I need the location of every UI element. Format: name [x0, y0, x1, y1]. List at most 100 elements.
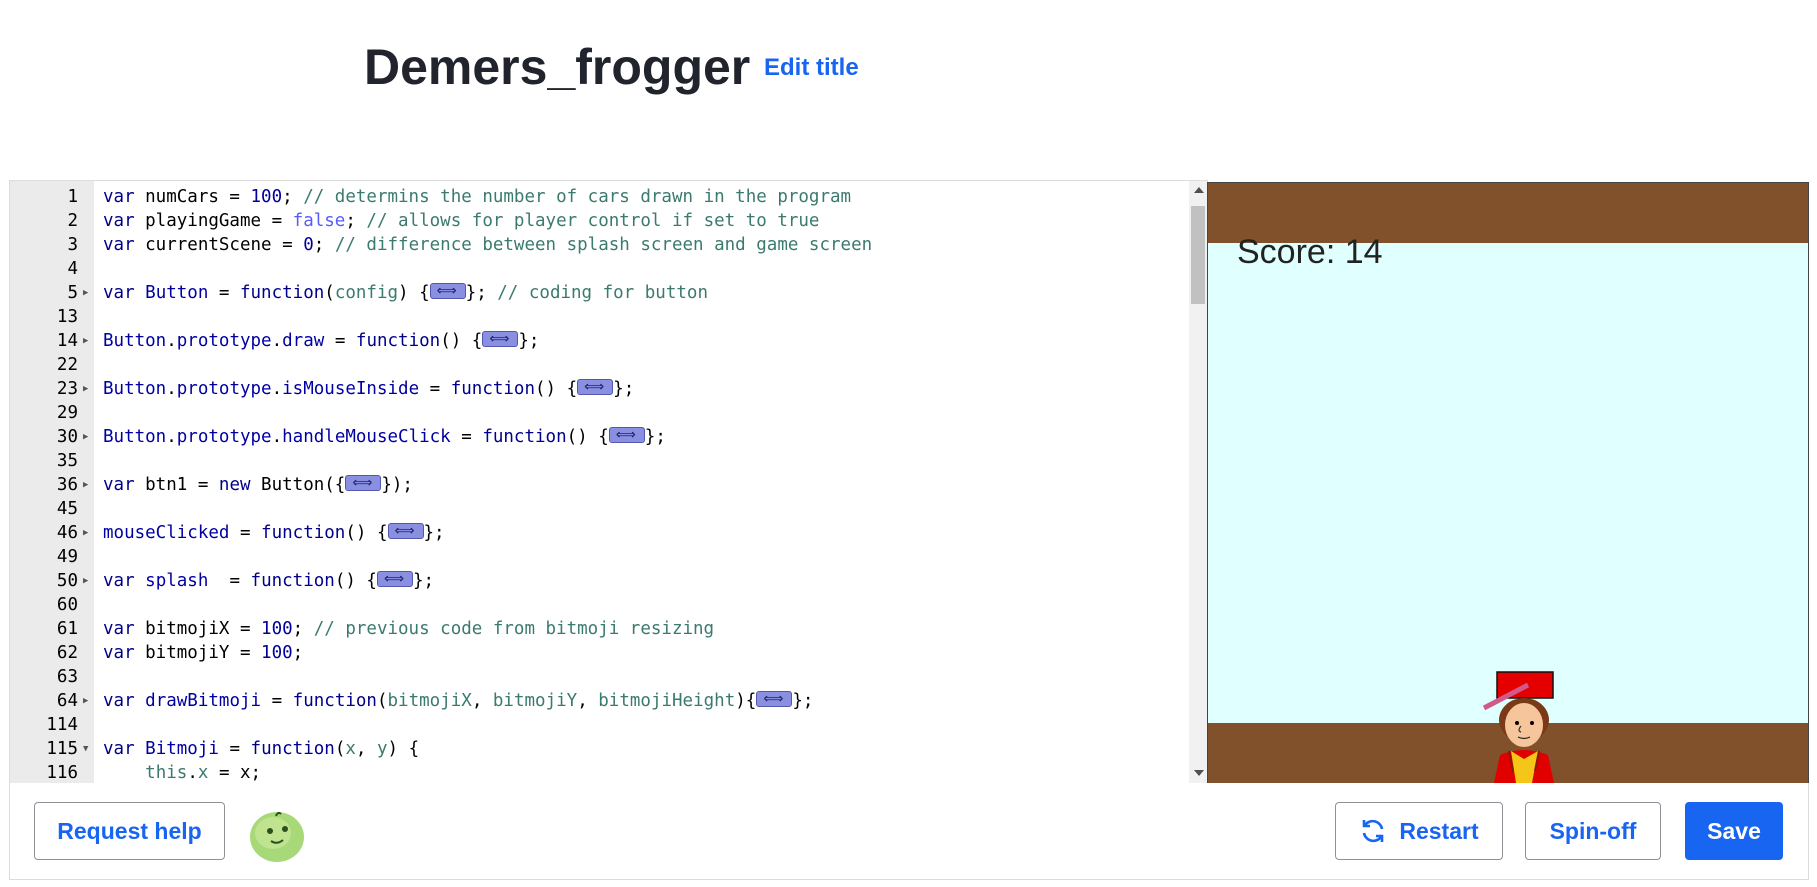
save-button[interactable]: Save — [1685, 802, 1783, 860]
restart-icon — [1363, 819, 1384, 843]
scroll-thumb[interactable] — [1191, 206, 1205, 304]
folded-code-marker-icon[interactable] — [387, 519, 424, 543]
folded-code-marker-icon[interactable] — [376, 567, 413, 591]
folded-code-marker-icon[interactable] — [345, 471, 382, 495]
code-text[interactable]: var splash = function() {}; — [103, 567, 434, 593]
edit-title-link[interactable]: Edit title — [764, 54, 859, 82]
line-number: 5 — [67, 283, 78, 303]
avatar-icon — [250, 811, 304, 862]
fold-closed-icon[interactable]: ▶ — [83, 425, 88, 449]
line-number: 116 — [46, 763, 78, 783]
line-number: 45 — [56, 499, 78, 519]
code-line[interactable]: 1 var numCars = 100; // determins the num… — [10, 185, 1207, 209]
editor-scrollbar[interactable] — [1189, 181, 1207, 784]
fold-closed-icon[interactable]: ▶ — [83, 521, 88, 545]
scroll-down-arrow-icon[interactable] — [1194, 770, 1204, 776]
code-line[interactable]: 14▶ Button.prototype.draw = function() {}… — [10, 327, 1207, 353]
code-text[interactable]: this.x = x; — [103, 761, 261, 784]
fold-closed-icon[interactable]: ▶ — [83, 473, 88, 497]
fold-closed-icon[interactable]: ▶ — [83, 377, 88, 401]
line-number: 14 — [56, 331, 78, 351]
code-line[interactable]: 64 ▶ var drawBitmoji = function(bitmojiX, … — [10, 687, 1207, 713]
code-line[interactable]: 30 ▶ Button.prototype.handleMouseClick = f… — [10, 423, 1207, 449]
line-number: 46 — [56, 523, 78, 543]
folded-code-marker-icon[interactable] — [608, 423, 645, 447]
line-number: 62 — [56, 643, 78, 663]
code-line[interactable]: 60 — [10, 593, 1207, 617]
code-line[interactable]: 3 var currentScene = 0; // difference bet… — [10, 233, 1207, 257]
code-text[interactable]: mouseClicked = function() {}; — [103, 519, 445, 545]
code-line[interactable]: 45 — [10, 497, 1207, 521]
line-number: 4 — [67, 259, 78, 279]
line-number: 30 — [56, 427, 78, 447]
folded-code-marker-icon[interactable] — [482, 327, 519, 351]
code-text[interactable]: Button.prototype.draw = function() {}; — [103, 327, 539, 353]
line-number: 2 — [67, 211, 78, 231]
line-number: 23 — [56, 379, 78, 399]
code-line[interactable]: 116 this.x = x; — [10, 761, 1207, 784]
code-lines[interactable]: 1 var numCars = 100; // determins the num… — [10, 185, 1207, 784]
editor-footer: Request help Restart Spin-off Save — [9, 783, 1809, 880]
code-line[interactable]: 5▶ var Button = function(config) {}; // c… — [10, 279, 1207, 305]
code-line[interactable]: 62 var bitmojiY = 100; — [10, 641, 1207, 665]
code-text[interactable]: var bitmojiX = 100; // previous code fro… — [103, 617, 714, 641]
fold-closed-icon[interactable]: ▶ — [83, 569, 88, 593]
line-number: 3 — [67, 235, 78, 255]
line-number: 49 — [56, 547, 78, 567]
code-text[interactable]: var Bitmoji = function(x, y) { — [103, 737, 419, 761]
request-help-button[interactable]: Request help — [34, 802, 225, 860]
line-number: 114 — [46, 715, 78, 735]
scroll-up-arrow-icon[interactable] — [1194, 187, 1204, 193]
line-number: 29 — [56, 403, 78, 423]
folded-code-marker-icon[interactable] — [429, 279, 466, 303]
line-number: 64 — [56, 691, 78, 711]
code-text[interactable]: Button.prototype.handleMouseClick = func… — [103, 423, 666, 449]
code-line[interactable]: 29 — [10, 401, 1207, 425]
code-line[interactable]: 63 — [10, 665, 1207, 689]
fold-closed-icon[interactable]: ▶ — [83, 689, 88, 713]
line-number: 50 — [56, 571, 78, 591]
restart-label: Restart — [1399, 817, 1479, 844]
code-line[interactable]: 50▶ var splash = function() {}; — [10, 567, 1207, 593]
code-line[interactable]: 22 — [10, 353, 1207, 377]
code-line[interactable]: 23 ▶ Button.prototype.isMouseInside = func… — [10, 375, 1207, 401]
line-number: 60 — [56, 595, 78, 615]
line-number: 36 — [56, 475, 78, 495]
program-output-canvas[interactable]: Score: 14 — [1207, 182, 1809, 784]
code-text[interactable]: Button.prototype.isMouseInside = functio… — [103, 375, 634, 401]
line-number: 61 — [56, 619, 78, 639]
spinoff-button[interactable]: Spin-off — [1525, 802, 1661, 860]
page-title: Demers_frogger — [364, 39, 751, 95]
folded-code-marker-icon[interactable] — [756, 687, 793, 711]
line-number: 1 — [67, 187, 78, 207]
code-text[interactable]: var drawBitmoji = function(bitmojiX, bit… — [103, 687, 813, 713]
score-text: Score: 14 — [1237, 233, 1383, 271]
line-number: 115 — [46, 739, 78, 759]
code-line[interactable]: 36▶ var btn1 = new Button({}); — [10, 471, 1207, 497]
fold-closed-icon[interactable]: ▶ — [83, 329, 88, 353]
line-number: 35 — [56, 451, 78, 471]
code-line[interactable]: 114 — [10, 713, 1207, 737]
code-text[interactable]: var currentScene = 0; // difference betw… — [103, 233, 872, 257]
line-number: 13 — [56, 307, 78, 327]
code-text[interactable]: var bitmojiY = 100; — [103, 641, 303, 665]
code-text[interactable]: var Button = function(config) {}; // cod… — [103, 279, 708, 305]
fold-open-icon[interactable]: ▼ — [83, 737, 88, 761]
code-editor[interactable]: 1 var numCars = 100; // determins the num… — [9, 180, 1208, 785]
line-number: 22 — [56, 355, 78, 375]
code-line[interactable]: 46▶ mouseClicked = function() {}; — [10, 519, 1207, 545]
code-line[interactable]: 115 ▼ var Bitmoji = function(x, y) { — [10, 737, 1207, 761]
code-line[interactable]: 13 — [10, 305, 1207, 329]
bitmoji-character — [1482, 671, 1554, 783]
code-line[interactable]: 2 var playingGame = false; // allows for … — [10, 209, 1207, 233]
code-text[interactable]: var playingGame = false; // allows for p… — [103, 209, 819, 233]
code-text[interactable]: var btn1 = new Button({}); — [103, 471, 413, 497]
fold-closed-icon[interactable]: ▶ — [83, 281, 88, 305]
code-line[interactable]: 49 — [10, 545, 1207, 569]
code-text[interactable]: var numCars = 100; // determins the numb… — [103, 185, 851, 209]
restart-button[interactable]: Restart — [1335, 802, 1503, 860]
code-line[interactable]: 35 — [10, 449, 1207, 473]
code-line[interactable]: 61 var bitmojiX = 100; // previous code f… — [10, 617, 1207, 641]
code-line[interactable]: 4 — [10, 257, 1207, 281]
folded-code-marker-icon[interactable] — [577, 375, 614, 399]
